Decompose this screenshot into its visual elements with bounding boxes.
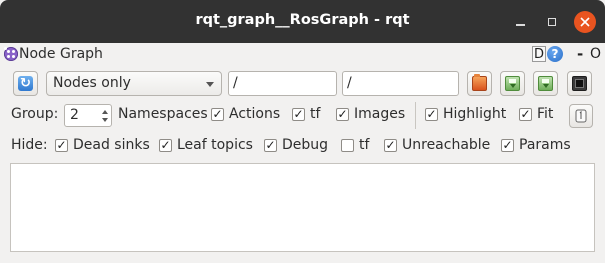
params-label: Params xyxy=(519,137,571,153)
save-icon xyxy=(538,76,553,91)
save-icon xyxy=(505,76,520,91)
actions-checkbox[interactable]: ✓ xyxy=(211,108,224,121)
dock-minimize-button[interactable]: - xyxy=(577,45,583,63)
highlight-checkbox[interactable]: ✓ xyxy=(425,108,438,121)
dead-sinks-label: Dead sinks xyxy=(73,137,150,153)
hide-tf-checkbox[interactable] xyxy=(341,139,354,152)
fit-checkbox[interactable]: ✓ xyxy=(519,108,532,121)
refresh-button[interactable]: ↻ xyxy=(13,71,38,96)
params-checkbox[interactable]: ✓ xyxy=(501,139,514,152)
spin-down-icon[interactable] xyxy=(102,118,108,122)
fit-label: Fit xyxy=(537,106,554,122)
debug-label: Debug xyxy=(282,137,329,153)
images-label: Images xyxy=(354,106,406,122)
tf-checkbox[interactable]: ✓ xyxy=(292,108,305,121)
folder-icon xyxy=(472,74,487,91)
screenshot-icon xyxy=(572,76,587,91)
node-filter-input[interactable]: / xyxy=(228,71,337,96)
dock-d-button[interactable]: D xyxy=(532,46,546,62)
leaf-topics-label: Leaf topics xyxy=(177,137,253,153)
topic-filter-input[interactable]: / xyxy=(342,71,459,96)
unreachable-label: Unreachable xyxy=(402,137,491,153)
group-label: Group: xyxy=(11,106,59,122)
chevron-down-icon xyxy=(206,82,214,87)
minimize-window-button[interactable] xyxy=(509,11,531,33)
graph-view[interactable] xyxy=(10,163,595,252)
tf-label: tf xyxy=(310,106,321,122)
fit-view-icon xyxy=(575,109,587,123)
group-value: 2 xyxy=(70,107,79,123)
group-spinbox[interactable]: 2 xyxy=(64,104,112,127)
highlight-label: Highlight xyxy=(443,106,507,122)
toolbar-separator xyxy=(415,102,416,129)
images-checkbox[interactable]: ✓ xyxy=(336,108,349,121)
close-icon xyxy=(580,17,590,27)
help-button[interactable]: ? xyxy=(547,46,563,62)
dock-close-button[interactable]: O xyxy=(590,46,601,62)
dead-sinks-checkbox[interactable]: ✓ xyxy=(55,139,68,152)
graph-type-dropdown[interactable]: Nodes only xyxy=(46,71,222,96)
maximize-icon xyxy=(548,18,556,26)
title-bar: rqt_graph__RosGraph - rqt xyxy=(0,0,605,43)
fit-in-view-button[interactable] xyxy=(569,104,593,128)
graph-type-selected: Nodes only xyxy=(53,75,131,91)
spin-up-icon[interactable] xyxy=(102,110,108,114)
save-svg-button[interactable] xyxy=(533,71,558,96)
leaf-topics-checkbox[interactable]: ✓ xyxy=(159,139,172,152)
save-dot-button[interactable] xyxy=(500,71,525,96)
refresh-icon: ↻ xyxy=(18,76,33,91)
maximize-window-button[interactable] xyxy=(541,11,563,33)
hide-label: Hide: xyxy=(11,137,48,153)
close-window-button[interactable] xyxy=(574,11,596,33)
minimize-icon xyxy=(515,24,525,26)
rqt-window: rqt_graph__RosGraph - rqt Node Graph D ?… xyxy=(0,0,605,263)
dock-title: Node Graph xyxy=(19,46,103,62)
load-dot-button[interactable] xyxy=(467,71,492,96)
rqt-plugin-icon xyxy=(4,47,18,61)
hide-tf-label: tf xyxy=(359,137,370,153)
actions-label: Actions xyxy=(229,106,281,122)
unreachable-checkbox[interactable]: ✓ xyxy=(384,139,397,152)
debug-checkbox[interactable]: ✓ xyxy=(264,139,277,152)
save-image-button[interactable] xyxy=(567,71,592,96)
namespaces-label: Namespaces xyxy=(118,106,208,122)
